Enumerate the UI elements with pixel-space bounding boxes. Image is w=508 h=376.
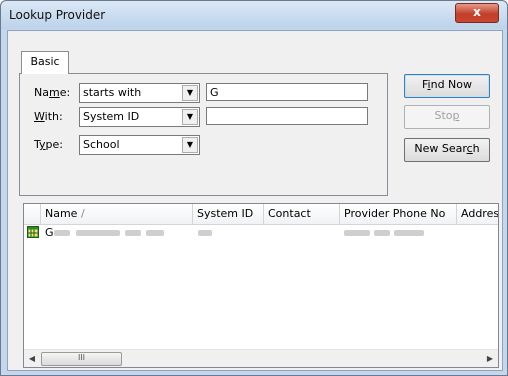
scroll-left-icon[interactable]: ◀ xyxy=(25,352,39,365)
type-value: School xyxy=(83,138,120,151)
find-now-button[interactable]: Find Now xyxy=(404,74,490,98)
tab-basic[interactable]: Basic xyxy=(21,51,69,74)
redacted-text xyxy=(125,230,141,236)
redacted-system-id xyxy=(198,230,212,236)
chevron-down-icon[interactable]: ▼ xyxy=(182,85,198,101)
row-name: G xyxy=(45,226,54,239)
column-header-address[interactable]: Address xyxy=(457,204,498,224)
stop-button[interactable]: Stop xyxy=(404,105,490,129)
name-label: Name: xyxy=(34,86,71,99)
column-header-contact[interactable]: Contact xyxy=(264,204,340,224)
column-header-name[interactable]: Name / xyxy=(41,204,193,224)
redacted-phone xyxy=(374,230,390,236)
results-list[interactable]: Name / System ID Contact Provider Phone … xyxy=(23,203,499,368)
window-title: Lookup Provider xyxy=(9,8,106,22)
new-search-button[interactable]: New Search xyxy=(404,138,490,162)
with-field-select[interactable]: System ID ▼ xyxy=(79,107,200,127)
with-search-input[interactable] xyxy=(206,107,368,125)
redacted-phone xyxy=(344,230,370,236)
lookup-provider-window: Lookup Provider x Basic Name: starts wit… xyxy=(0,0,508,376)
title-bar[interactable]: Lookup Provider x xyxy=(1,1,507,29)
name-operator-value: starts with xyxy=(83,86,142,99)
list-header: Name / System ID Contact Provider Phone … xyxy=(24,204,498,225)
horizontal-scrollbar[interactable]: ◀ III ▶ xyxy=(24,349,498,367)
type-select[interactable]: School ▼ xyxy=(79,135,200,155)
chevron-down-icon[interactable]: ▼ xyxy=(182,137,198,153)
sort-indicator: / xyxy=(80,207,85,220)
with-field-value: System ID xyxy=(83,110,140,123)
basic-tab-panel: Name: starts with ▼ With: System ID ▼ Ty… xyxy=(19,73,388,196)
name-operator-select[interactable]: starts with ▼ xyxy=(79,83,200,103)
redacted-phone xyxy=(394,230,424,236)
column-header-system-id[interactable]: System ID xyxy=(193,204,264,224)
close-button[interactable]: x xyxy=(455,3,499,23)
grip-icon: III xyxy=(77,353,86,362)
redacted-text xyxy=(76,230,120,236)
table-row[interactable]: G xyxy=(24,225,498,241)
scrollbar-thumb[interactable]: III xyxy=(41,352,122,366)
dialog-body: Basic Name: starts with ▼ With: System I… xyxy=(7,30,503,371)
calendar-icon xyxy=(27,226,39,240)
column-header-provider-phone[interactable]: Provider Phone No xyxy=(340,204,457,224)
redacted-text xyxy=(146,230,164,236)
column-header-icon[interactable] xyxy=(24,204,41,224)
type-label: Type: xyxy=(34,138,63,151)
chevron-down-icon[interactable]: ▼ xyxy=(182,109,198,125)
redacted-text xyxy=(54,230,70,236)
with-label: With: xyxy=(34,110,63,123)
tab-basic-label: Basic xyxy=(30,55,60,68)
name-search-input[interactable] xyxy=(206,83,368,101)
scroll-right-icon[interactable]: ▶ xyxy=(483,352,497,365)
close-icon: x xyxy=(473,5,481,19)
